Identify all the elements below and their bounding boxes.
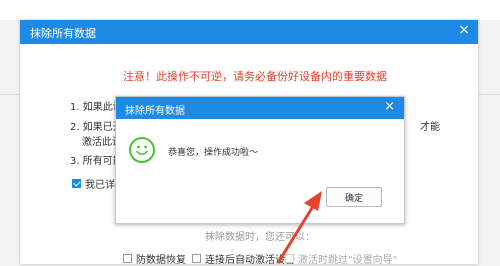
outer-close-icon[interactable]: ×	[458, 22, 470, 38]
success-dialog-titlebar: 抹除所有数据 ×	[116, 97, 404, 119]
checkbox-icon[interactable]	[192, 254, 201, 263]
background-divider	[478, 94, 500, 95]
success-message: 恭喜您，操作成功啦～	[168, 148, 259, 158]
background-strip	[0, 0, 500, 20]
list-item-fragment: 才能	[420, 122, 440, 133]
background-divider	[0, 94, 22, 95]
checkbox-icon[interactable]	[123, 254, 132, 263]
warning-text: 注意！此操作不可逆，请务必备份好设备内的重要数据	[123, 70, 387, 83]
red-arrow-pointer-icon	[276, 191, 322, 264]
success-close-icon[interactable]: ×	[384, 99, 395, 114]
success-dialog: 抹除所有数据 × 恭喜您，操作成功啦～ 确定	[115, 96, 405, 224]
success-dialog-title: 抹除所有数据	[125, 106, 185, 117]
checkbox-checked-icon[interactable]	[72, 179, 81, 188]
smiley-face-icon	[129, 137, 155, 163]
confirm-button[interactable]: 确定	[326, 187, 382, 207]
outer-dialog-titlebar: 抹除所有数据 ×	[20, 20, 478, 44]
outer-dialog-title: 抹除所有数据	[30, 27, 96, 40]
